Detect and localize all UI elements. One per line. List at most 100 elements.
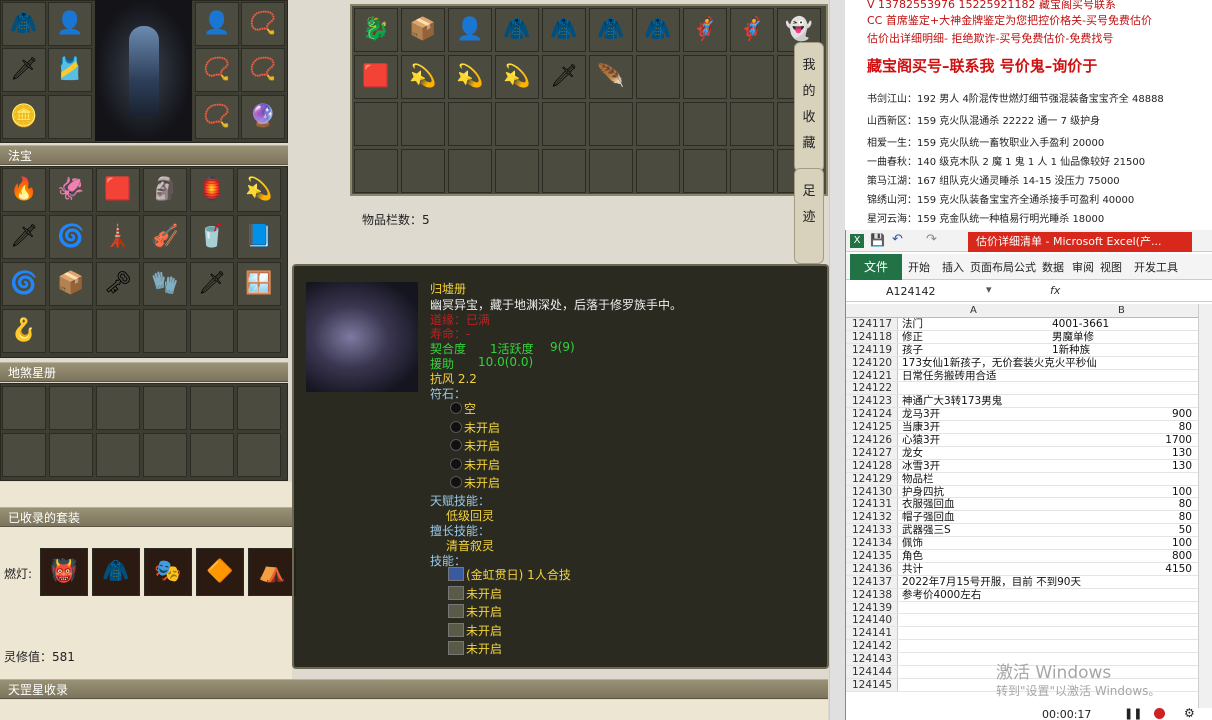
- fabao-slot[interactable]: 🌀: [2, 262, 46, 306]
- equip-slot[interactable]: 📿: [241, 48, 285, 92]
- dishashu-slot[interactable]: [96, 386, 140, 430]
- cell-b[interactable]: 130: [1052, 447, 1192, 460]
- footprint-tab[interactable]: 足 迹: [794, 168, 824, 264]
- row-number[interactable]: 124145: [846, 678, 898, 691]
- inventory-slot[interactable]: 🧥: [589, 8, 633, 52]
- inventory-slot[interactable]: 💫: [401, 55, 445, 99]
- inventory-slot[interactable]: [448, 149, 492, 193]
- fabao-slot[interactable]: 🗡: [2, 215, 46, 259]
- cell-a[interactable]: 当康3开: [902, 421, 940, 434]
- cell-a[interactable]: 佩饰: [902, 537, 923, 550]
- row-number[interactable]: 124129: [846, 472, 898, 485]
- cell-a[interactable]: 法门: [902, 318, 923, 331]
- dishashu-slot[interactable]: [190, 433, 234, 477]
- cell-a[interactable]: 心猿3开: [902, 434, 940, 447]
- suit-item[interactable]: 🎭: [144, 548, 192, 596]
- save-icon[interactable]: 💾: [870, 233, 885, 247]
- col-header-a[interactable]: A: [970, 305, 977, 316]
- equip-slot[interactable]: 👤: [195, 2, 239, 46]
- suit-item[interactable]: 👹: [40, 548, 88, 596]
- fabao-slot[interactable]: 🎻: [143, 215, 187, 259]
- cell-b[interactable]: 100: [1052, 486, 1192, 499]
- cell-a[interactable]: 神通广大3转173男鬼: [902, 395, 1002, 408]
- inventory-slot[interactable]: 📦: [401, 8, 445, 52]
- fabao-slot[interactable]: 🦑: [49, 168, 93, 212]
- row-number[interactable]: 124127: [846, 446, 898, 459]
- inventory-slot[interactable]: 💫: [448, 55, 492, 99]
- row-number[interactable]: 124134: [846, 537, 898, 549]
- row-number[interactable]: 124125: [846, 421, 898, 433]
- equip-slot[interactable]: 🪙: [2, 95, 46, 139]
- fabao-slot[interactable]: [143, 309, 187, 353]
- inventory-slot[interactable]: [401, 102, 445, 146]
- row-number[interactable]: 124121: [846, 369, 898, 382]
- equip-slot[interactable]: [48, 95, 92, 139]
- row-number[interactable]: 124120: [846, 356, 898, 369]
- row-number[interactable]: 124143: [846, 653, 898, 665]
- inventory-slot[interactable]: 👤: [448, 8, 492, 52]
- cell-a[interactable]: 孩子: [902, 344, 923, 357]
- inventory-slot[interactable]: 🗡: [542, 55, 586, 99]
- cell-a[interactable]: 护身四抗: [902, 486, 944, 499]
- equip-slot[interactable]: 🗡: [2, 48, 46, 92]
- cell-b[interactable]: 4150: [1052, 563, 1192, 576]
- fabao-slot[interactable]: 🏮: [190, 168, 234, 212]
- dishashu-slot[interactable]: [237, 433, 281, 477]
- fabao-slot[interactable]: 🗼: [96, 215, 140, 259]
- fabao-slot[interactable]: 🗝: [96, 262, 140, 306]
- fabao-slot[interactable]: 🗿: [143, 168, 187, 212]
- row-number[interactable]: 124137: [846, 575, 898, 588]
- name-box[interactable]: A124142: [886, 285, 936, 298]
- row-number[interactable]: 124119: [846, 343, 898, 356]
- fabao-slot[interactable]: 🥤: [190, 215, 234, 259]
- inventory-slot[interactable]: [542, 102, 586, 146]
- inventory-slot[interactable]: 💫: [495, 55, 539, 99]
- row-number[interactable]: 124131: [846, 498, 898, 510]
- fabao-slot[interactable]: 🌀: [49, 215, 93, 259]
- undo-icon[interactable]: ↶: [892, 232, 903, 247]
- cell-b[interactable]: 50: [1052, 524, 1192, 537]
- ribbon-tab[interactable]: 数据: [1042, 259, 1064, 275]
- dishashu-slot[interactable]: [49, 433, 93, 477]
- cell-b[interactable]: 男魔单修: [1052, 331, 1094, 344]
- inventory-slot[interactable]: 🪶: [589, 55, 633, 99]
- inventory-slot[interactable]: [354, 149, 398, 193]
- inventory-slot[interactable]: [636, 149, 680, 193]
- cell-a[interactable]: 共计: [902, 563, 923, 576]
- fabao-slot[interactable]: 🟥: [96, 168, 140, 212]
- inventory-slot[interactable]: [636, 55, 680, 99]
- cell-b[interactable]: 900: [1052, 408, 1192, 421]
- row-number[interactable]: 124133: [846, 524, 898, 536]
- inventory-slot[interactable]: [683, 55, 727, 99]
- cell-a[interactable]: 帽子强回血: [902, 511, 955, 524]
- dishashu-slot[interactable]: [96, 433, 140, 477]
- cell-b[interactable]: 80: [1052, 511, 1192, 524]
- stop-icon[interactable]: [1154, 708, 1165, 719]
- fabao-slot[interactable]: 📘: [237, 215, 281, 259]
- equip-slot[interactable]: 🧥: [2, 2, 46, 46]
- fabao-slot[interactable]: [96, 309, 140, 353]
- row-number[interactable]: 124135: [846, 550, 898, 562]
- equip-slot[interactable]: 👤: [48, 2, 92, 46]
- inventory-slot[interactable]: 🧥: [542, 8, 586, 52]
- fabao-slot[interactable]: 💫: [237, 168, 281, 212]
- cell-b[interactable]: 80: [1052, 498, 1192, 511]
- equip-slot[interactable]: 🔮: [241, 95, 285, 139]
- inventory-slot[interactable]: [589, 149, 633, 193]
- row-number[interactable]: 124136: [846, 562, 898, 575]
- row-number[interactable]: 124124: [846, 408, 898, 420]
- row-number[interactable]: 124126: [846, 434, 898, 446]
- cell-a[interactable]: 衣服强回血: [902, 498, 955, 511]
- row-number[interactable]: 124130: [846, 485, 898, 498]
- fabao-slot[interactable]: [237, 309, 281, 353]
- fx-icon[interactable]: fx: [1050, 284, 1060, 297]
- ribbon-tab[interactable]: 开始: [908, 259, 930, 275]
- cell-a[interactable]: 修正: [902, 331, 923, 344]
- inventory-slot[interactable]: [401, 149, 445, 193]
- row-number[interactable]: 124141: [846, 627, 898, 639]
- ribbon-tab[interactable]: 页面布局: [970, 259, 1014, 275]
- cell-b[interactable]: 130: [1052, 460, 1192, 473]
- inventory-slot[interactable]: 🧥: [495, 8, 539, 52]
- inventory-slot[interactable]: [542, 149, 586, 193]
- row-number[interactable]: 124132: [846, 511, 898, 523]
